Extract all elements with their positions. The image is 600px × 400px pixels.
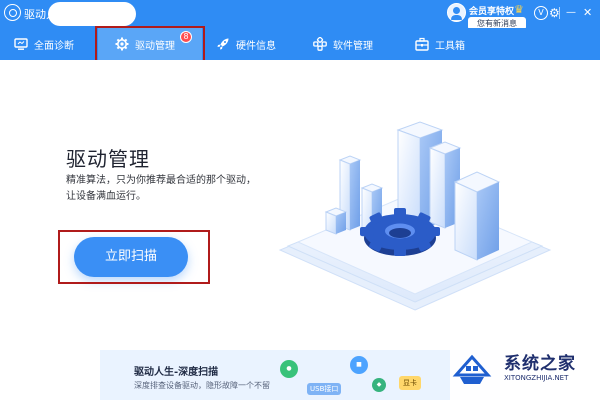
tab-label: 软件管理 bbox=[333, 40, 373, 52]
tab-label: 硬件信息 bbox=[236, 40, 276, 52]
title-mask bbox=[48, 2, 136, 26]
notification-badge: 8 bbox=[180, 31, 192, 43]
small-cube bbox=[324, 207, 348, 235]
driver-illustration bbox=[278, 121, 552, 311]
close-icon[interactable]: ✕ bbox=[583, 6, 592, 20]
tab-hardware-info[interactable]: 硬件信息 bbox=[216, 28, 276, 60]
desc-line: 精准算法，只为你推荐最合适的那个驱动， bbox=[66, 175, 256, 186]
gear-icon bbox=[115, 37, 129, 51]
page-description: 精准算法，只为你推荐最合适的那个驱动， 让设备满血运行。 bbox=[66, 173, 256, 205]
watermark-text: 系统之家 bbox=[504, 354, 576, 374]
toolbox-icon bbox=[415, 37, 429, 51]
avatar-icon[interactable] bbox=[447, 3, 466, 22]
banner-title: 驱动人生-深度扫描 bbox=[134, 367, 219, 378]
watermark-url: XITONGZHIJIA.NET bbox=[504, 374, 569, 382]
desc-line: 让设备满血运行。 bbox=[66, 191, 146, 202]
graphics-card-tag: 显卡 bbox=[399, 376, 421, 390]
member-label[interactable]: 会员享特权 bbox=[469, 4, 514, 17]
wifi-badge-icon: ● bbox=[280, 360, 298, 378]
title-bar: 驱动人生 会员享特权 ♛ 您有新消息 V ⚙ — ✕ bbox=[0, 0, 600, 30]
crown-icon: ♛ bbox=[514, 3, 524, 16]
tab-label: 全面诊断 bbox=[34, 40, 74, 52]
chip-badge-icon: ■ bbox=[350, 356, 368, 374]
rocket-icon bbox=[216, 37, 230, 51]
tab-label: 工具箱 bbox=[435, 40, 465, 52]
minimize-icon[interactable]: — bbox=[566, 6, 576, 20]
gamepad-badge-icon: ◆ bbox=[372, 378, 386, 392]
banner-description: 深度排查设备驱动，隐形故障一个不留 bbox=[134, 381, 270, 390]
title-separator bbox=[559, 7, 560, 19]
nav-bar: 全面诊断 驱动管理 8 硬件信息 软件管理 工具箱 bbox=[0, 28, 600, 60]
tab-full-diagnosis[interactable]: 全面诊断 bbox=[14, 28, 74, 60]
monitor-icon bbox=[14, 37, 28, 51]
watermark-logo-icon bbox=[452, 354, 492, 384]
right-tower bbox=[453, 171, 501, 261]
vip-icon[interactable]: V bbox=[534, 6, 548, 20]
page-title: 驱动管理 bbox=[66, 147, 150, 171]
tab-label: 驱动管理 bbox=[135, 40, 175, 52]
tab-software-management[interactable]: 软件管理 bbox=[313, 28, 373, 60]
usb-tag: USB接口 bbox=[307, 383, 342, 395]
tab-toolbox[interactable]: 工具箱 bbox=[415, 28, 465, 60]
apps-icon bbox=[313, 37, 327, 51]
scan-now-button[interactable]: 立即扫描 bbox=[74, 237, 188, 277]
app-logo-icon bbox=[4, 4, 21, 21]
